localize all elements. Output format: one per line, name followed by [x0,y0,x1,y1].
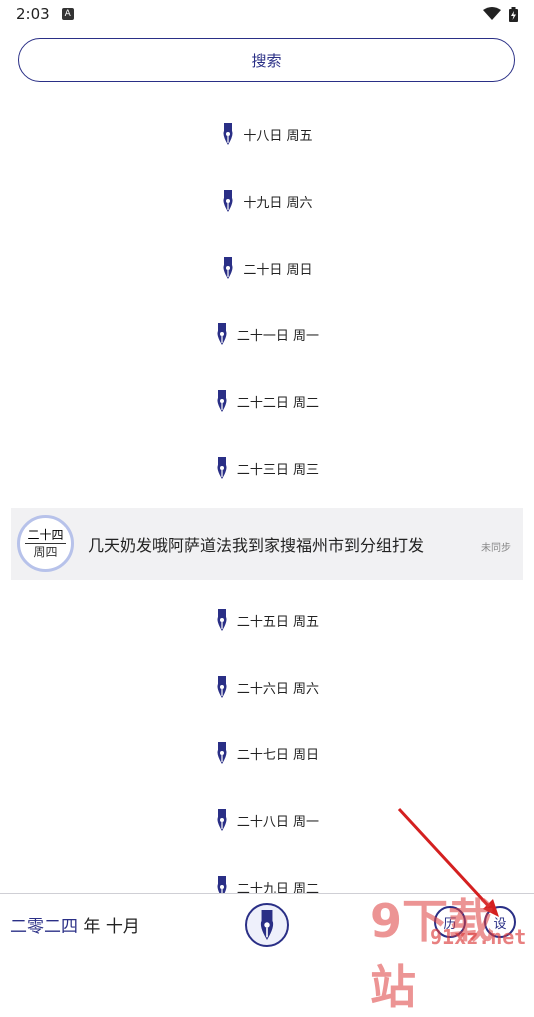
sync-status: 未同步 [481,543,511,554]
search-label: 搜索 [251,51,282,70]
month-label: 十月 [105,917,140,937]
entry-text: 几天奶发哦阿萨道法我到家搜福州市到分组打发 [88,536,425,555]
day-label: 十八日 周五 [243,128,313,144]
diary-entry-row[interactable]: 二十四 周四 几天奶发哦阿萨道法我到家搜福州市到分组打发 未同步 [11,508,523,580]
fountain-pen-icon [217,676,227,698]
day-row[interactable]: 二十五日 周五 [0,605,534,635]
day-label: 二十五日 周五 [236,614,320,630]
day-row[interactable]: 二十日 周日 [0,253,534,283]
search-button[interactable]: 搜索 [18,38,515,82]
month-selector[interactable]: 二零二四 年 十月 [10,912,140,937]
fountain-pen-icon [223,123,233,145]
status-bar: 2:03 A [0,0,534,28]
day-row[interactable]: 二十八日 周一 [0,805,534,835]
watermark-url: 91xz.net [430,925,527,949]
day-label: 二十八日 周一 [236,814,320,830]
day-label: 二十二日 周二 [236,395,320,411]
day-row[interactable]: 十八日 周五 [0,119,534,149]
fountain-pen-icon [217,742,227,764]
day-label: 二十六日 周六 [236,681,320,697]
day-label: 二十日 周日 [243,262,313,278]
day-row[interactable]: 二十二日 周二 [0,386,534,416]
status-left: 2:03 A [16,5,74,23]
date-badge: 二十四 周四 [17,515,74,572]
day-label: 二十三日 周三 [236,462,320,478]
battery-icon [509,6,518,22]
status-time: 2:03 [16,5,50,23]
day-row[interactable]: 二十六日 周六 [0,672,534,702]
fountain-pen-icon [217,390,227,412]
fountain-pen-icon [223,190,233,212]
year-label: 二零二四 [10,917,78,937]
day-row[interactable]: 二十一日 周一 [0,319,534,349]
fountain-pen-icon [223,257,233,279]
fountain-pen-logo-icon [260,910,274,940]
fountain-pen-icon [217,323,227,345]
a-notification-icon: A [61,8,74,20]
fountain-pen-icon [217,809,227,831]
wifi-icon [483,7,501,20]
day-label: 十九日 周六 [243,195,313,211]
day-row[interactable]: 二十三日 周三 [0,453,534,483]
day-label: 二十一日 周一 [236,328,320,344]
fountain-pen-icon [217,457,227,479]
fountain-pen-icon [217,609,227,631]
status-right [483,6,518,22]
badge-weekday: 周四 [33,545,58,559]
day-row[interactable]: 十九日 周六 [0,186,534,216]
year-unit: 年 [83,917,101,937]
day-row[interactable]: 二十七日 周日 [0,738,534,768]
new-entry-button[interactable] [245,903,289,947]
badge-day: 二十四 [25,527,66,544]
day-label: 二十七日 周日 [236,747,320,763]
